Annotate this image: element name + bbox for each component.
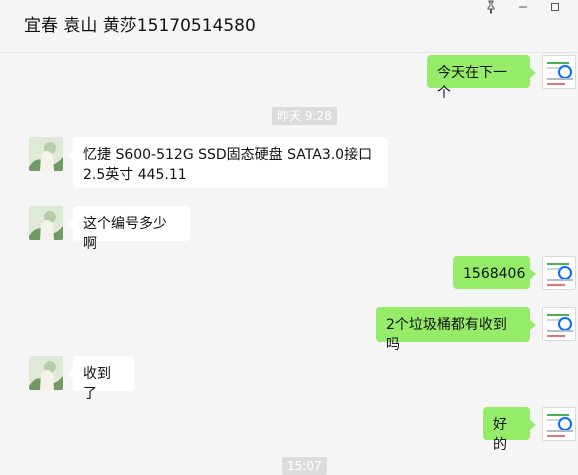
message-text-line-2: 2.5英寸 445.11	[83, 167, 187, 183]
chat-header: 宜春 袁山 黄莎15170514580	[0, 0, 578, 53]
contact-avatar[interactable]	[29, 206, 63, 240]
message-bubble-left[interactable]: 这个编号多少啊	[67, 206, 190, 252]
message-text: 好的	[493, 417, 507, 453]
maximize-icon[interactable]	[545, 0, 565, 14]
pin-icon[interactable]	[481, 0, 501, 14]
chat-title: 宜春 袁山 黄莎15170514580	[24, 16, 256, 36]
user-avatar[interactable]	[542, 55, 576, 89]
message-bubble-right[interactable]: 今天在下一个	[427, 55, 536, 101]
message-text: 今天在下一个	[437, 65, 507, 101]
user-avatar[interactable]	[542, 407, 576, 441]
message-bubble-right[interactable]: 1568406	[453, 256, 536, 289]
user-avatar[interactable]	[542, 256, 576, 290]
message-bubble-right[interactable]: 好的	[483, 407, 536, 453]
message-text: 2个垃圾桶都有收到吗	[386, 317, 507, 353]
message-text: 1568406	[463, 266, 526, 282]
message-bubble-left[interactable]: 忆捷 S600-512G SSD固态硬盘 SATA3.0接口 2.5英寸 445…	[67, 137, 388, 188]
user-avatar[interactable]	[542, 307, 576, 341]
chat-window: 宜春 袁山 黄莎15170514580 今天在下一个 昨天 9:28 忆捷 S6…	[0, 0, 578, 475]
contact-avatar[interactable]	[29, 137, 63, 171]
message-text-line-1: 忆捷 S600-512G SSD固态硬盘 SATA3.0接口	[83, 147, 373, 163]
message-bubble-left[interactable]: 收到了	[67, 356, 134, 402]
message-timestamp: 昨天 9:28	[272, 107, 337, 125]
contact-avatar[interactable]	[29, 356, 63, 390]
minimize-icon[interactable]	[513, 0, 533, 14]
message-bubble-right[interactable]: 2个垃圾桶都有收到吗	[376, 307, 536, 353]
message-timestamp: 15:07	[282, 457, 327, 475]
message-text: 这个编号多少啊	[83, 216, 167, 252]
message-text: 收到了	[83, 366, 111, 402]
